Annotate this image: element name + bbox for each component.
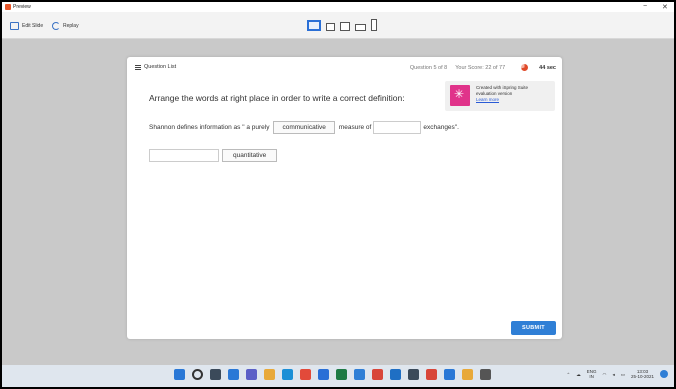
start-icon[interactable] (174, 369, 185, 380)
tablet-portrait-icon[interactable] (340, 22, 350, 31)
battery-icon[interactable]: ▭ (621, 372, 625, 377)
chevron-up-icon[interactable]: ⌃ (566, 372, 570, 377)
windows-taskbar: ⌃ ☁ ENG IN ◠ ◂ ▭ 13:03 25-10-2021 (2, 365, 674, 387)
volume-icon[interactable]: ◂ (612, 372, 614, 377)
sentence-part-1: Shannon defines information as " a purel… (149, 124, 270, 131)
clock[interactable]: 13:03 25-10-2021 (631, 369, 654, 379)
tablet-landscape-icon[interactable] (326, 23, 335, 31)
clock-date: 25-10-2021 (630, 374, 654, 379)
edit-slide-label: Edit Slide (22, 23, 44, 29)
app-icon (5, 4, 11, 10)
edit-slide-button[interactable]: Edit Slide (10, 22, 43, 30)
outlook-icon[interactable] (390, 369, 401, 380)
word-icon[interactable] (354, 369, 365, 380)
sentence-part-3: exchanges". (423, 124, 459, 131)
placed-word-chip[interactable]: communicative (273, 121, 335, 134)
excel-icon[interactable] (336, 369, 347, 380)
quiz-header: Question List Question 5 of 8 Your Score… (127, 57, 562, 76)
close-button[interactable]: ✕ (662, 3, 668, 11)
widgets-icon[interactable] (228, 369, 239, 380)
timer-text: 44 sec (539, 64, 556, 71)
window-title: Preview (13, 4, 31, 10)
quiz-slide: Question List Question 5 of 8 Your Score… (127, 57, 562, 339)
desktop-view-icon[interactable] (307, 20, 321, 31)
preview-window: Preview − ✕ Edit Slide Replay Question L… (2, 2, 674, 387)
timer-icon (521, 64, 529, 71)
list-icon (135, 64, 141, 70)
timer: 44 sec (513, 64, 556, 71)
question-counter: Question 5 of 8 (409, 64, 448, 71)
quiz-status: Question 5 of 8 Your Score: 22 of 77 44 … (402, 64, 556, 71)
file-explorer-icon[interactable] (264, 369, 275, 380)
language-indicator[interactable]: ENG IN (587, 369, 597, 379)
notes-icon[interactable] (462, 369, 473, 380)
word-bank: quantitative (149, 149, 278, 162)
sentence-part-2: measure of (338, 124, 372, 131)
wifi-icon[interactable]: ◠ (603, 372, 607, 377)
minimize-button[interactable]: − (643, 3, 647, 10)
replay-button[interactable]: Replay (52, 22, 79, 30)
gear-icon[interactable] (480, 369, 491, 380)
submit-button[interactable]: SUBMIT (511, 321, 556, 335)
phone-landscape-icon[interactable] (355, 24, 366, 31)
definition-sentence: Shannon defines information as " a purel… (149, 121, 459, 134)
word-chip-quantitative[interactable]: quantitative (222, 149, 278, 162)
powerpoint-icon[interactable] (372, 369, 383, 380)
replay-label: Replay (63, 23, 79, 29)
edit-slide-icon (10, 22, 19, 30)
settings-icon[interactable] (408, 369, 419, 380)
taskbar-apps (174, 369, 498, 380)
empty-drop-slot[interactable] (373, 121, 422, 134)
lang-bottom: IN (589, 374, 594, 379)
question-list-button[interactable]: Question List (135, 64, 176, 70)
phone-portrait-icon[interactable] (371, 19, 377, 31)
ispring-logo-icon (450, 85, 470, 106)
task-view-icon[interactable] (210, 369, 221, 380)
notification-icon[interactable] (660, 370, 668, 378)
ispring-promo: Created with iSpring Suite evaluation ve… (445, 81, 555, 111)
cloud-icon[interactable]: ☁ (576, 372, 581, 377)
app-icon-blue[interactable] (444, 369, 455, 380)
chrome-icon[interactable] (300, 369, 311, 380)
teams-icon[interactable] (246, 369, 257, 380)
store-icon[interactable] (318, 369, 329, 380)
ispring-icon[interactable] (426, 369, 437, 380)
device-switcher (307, 19, 382, 31)
preview-toolbar: Edit Slide Replay (2, 12, 674, 39)
question-list-label: Question List (144, 64, 177, 70)
system-tray: ⌃ ☁ ENG IN ◠ ◂ ▭ 13:03 25-10-2021 (560, 369, 668, 379)
question-prompt: Arrange the words at right place in orde… (149, 93, 405, 103)
empty-bank-slot[interactable] (149, 149, 219, 162)
replay-icon (52, 22, 60, 30)
search-icon[interactable] (192, 369, 203, 380)
score-text: Your Score: 22 of 77 (455, 64, 506, 71)
edge-icon[interactable] (282, 369, 293, 380)
window-titlebar: Preview − ✕ (2, 2, 674, 12)
learn-more-link[interactable]: Learn more (476, 97, 528, 103)
